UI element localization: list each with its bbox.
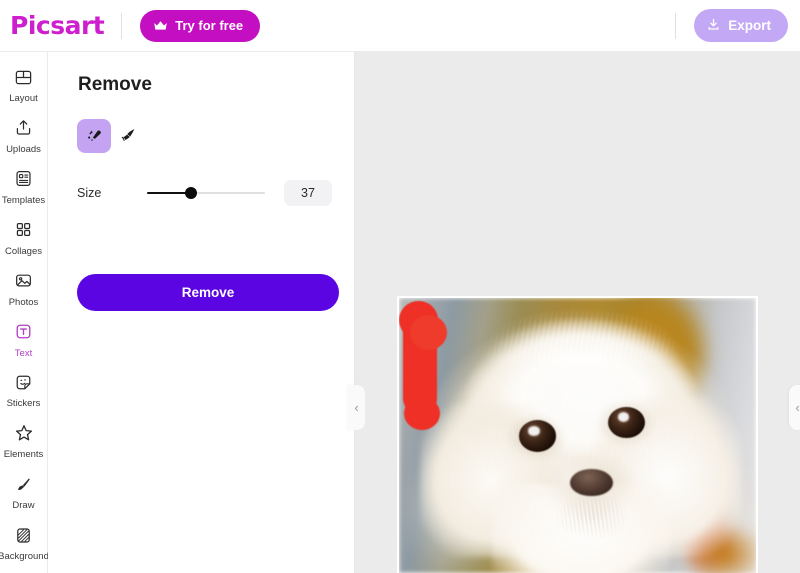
layout-icon <box>14 64 33 90</box>
picsart-editor: Picsart Try for free Export Layout Uploa… <box>0 0 800 573</box>
puppy-photo[interactable] <box>399 298 756 573</box>
sidebar-item-elements[interactable]: Elements <box>0 420 48 471</box>
magic-eraser-tool-button[interactable] <box>77 119 111 153</box>
chevron-left-icon: ‹ <box>354 400 359 415</box>
image-frame[interactable] <box>397 296 758 573</box>
chevron-left-icon-right: ‹ <box>795 400 800 415</box>
upload-icon <box>14 115 33 141</box>
size-value[interactable]: 37 <box>284 180 332 206</box>
sidebar-item-layout[interactable]: Layout <box>0 64 48 115</box>
templates-icon <box>14 166 33 192</box>
sidebar-label-collages: Collages <box>5 245 42 257</box>
sidebar-label-photos: Photos <box>8 296 39 308</box>
sidebar-label-text: Text <box>14 347 33 359</box>
sidebar-label-draw: Draw <box>12 500 35 512</box>
dog-whiskers <box>548 496 635 546</box>
size-label: Size <box>77 186 102 200</box>
sidebar-item-text[interactable]: Text <box>0 319 48 370</box>
sidebar-label-layout: Layout <box>9 93 38 104</box>
removal-mask-blob-mid <box>409 314 448 351</box>
sidebar-label-templates: Templates <box>1 194 46 206</box>
stickers-icon <box>14 369 33 395</box>
brush-size-row: Size 37 <box>77 180 339 206</box>
sidebar-item-stickers[interactable]: Stickers <box>0 369 48 420</box>
dog-left-eye <box>518 420 557 452</box>
elements-icon <box>14 420 34 446</box>
sidebar-label-uploads: Uploads <box>6 143 41 155</box>
sidebar-item-background[interactable]: Background <box>0 522 49 573</box>
collages-icon <box>14 217 33 243</box>
tool-mode-group <box>77 119 145 153</box>
try-for-free-button[interactable]: Try for free <box>140 9 261 42</box>
header-divider <box>121 12 123 39</box>
slider-thumb[interactable] <box>184 187 197 199</box>
restore-brush-icon <box>119 125 138 147</box>
sidebar-item-draw[interactable]: Draw <box>0 471 48 522</box>
text-icon <box>14 319 33 345</box>
background-icon <box>14 522 33 548</box>
photos-icon <box>14 268 33 294</box>
collapse-right-handle[interactable]: ‹ <box>789 385 800 430</box>
download-icon <box>706 17 721 35</box>
picsart-logo[interactable]: Picsart <box>10 13 105 38</box>
removal-mask-blob-bottom <box>404 397 441 430</box>
editor-canvas[interactable] <box>355 52 800 573</box>
sidebar-label-background: Background <box>0 551 49 563</box>
remove-tool-panel: Remove Size 37 Remove <box>48 52 355 573</box>
sidebar-label-elements: Elements <box>3 449 44 461</box>
header-right-group: Export <box>675 9 800 42</box>
header-divider-right <box>675 12 677 39</box>
export-label: Export <box>728 18 771 33</box>
export-button[interactable]: Export <box>694 9 788 42</box>
collapse-panel-handle[interactable]: ‹ <box>348 385 365 430</box>
sidebar-item-uploads[interactable]: Uploads <box>0 115 48 166</box>
left-sidebar: Layout Uploads Templates Collages Photos… <box>0 52 49 573</box>
remove-action-button[interactable]: Remove <box>77 274 339 311</box>
try-for-free-label: Try for free <box>175 18 244 33</box>
draw-icon <box>14 471 33 497</box>
sidebar-item-photos[interactable]: Photos <box>0 268 48 319</box>
dog-head-tufts <box>463 298 699 364</box>
restore-brush-tool-button[interactable] <box>111 119 145 153</box>
sidebar-label-stickers: Stickers <box>6 398 41 410</box>
panel-title: Remove <box>78 74 152 95</box>
magic-eraser-icon <box>85 125 104 147</box>
app-header: Picsart Try for free Export <box>0 0 800 52</box>
sidebar-item-collages[interactable]: Collages <box>0 217 48 268</box>
crown-icon <box>153 20 168 32</box>
sidebar-item-templates[interactable]: Templates <box>0 166 48 217</box>
size-slider[interactable] <box>147 183 265 203</box>
dog-nose <box>570 468 614 496</box>
